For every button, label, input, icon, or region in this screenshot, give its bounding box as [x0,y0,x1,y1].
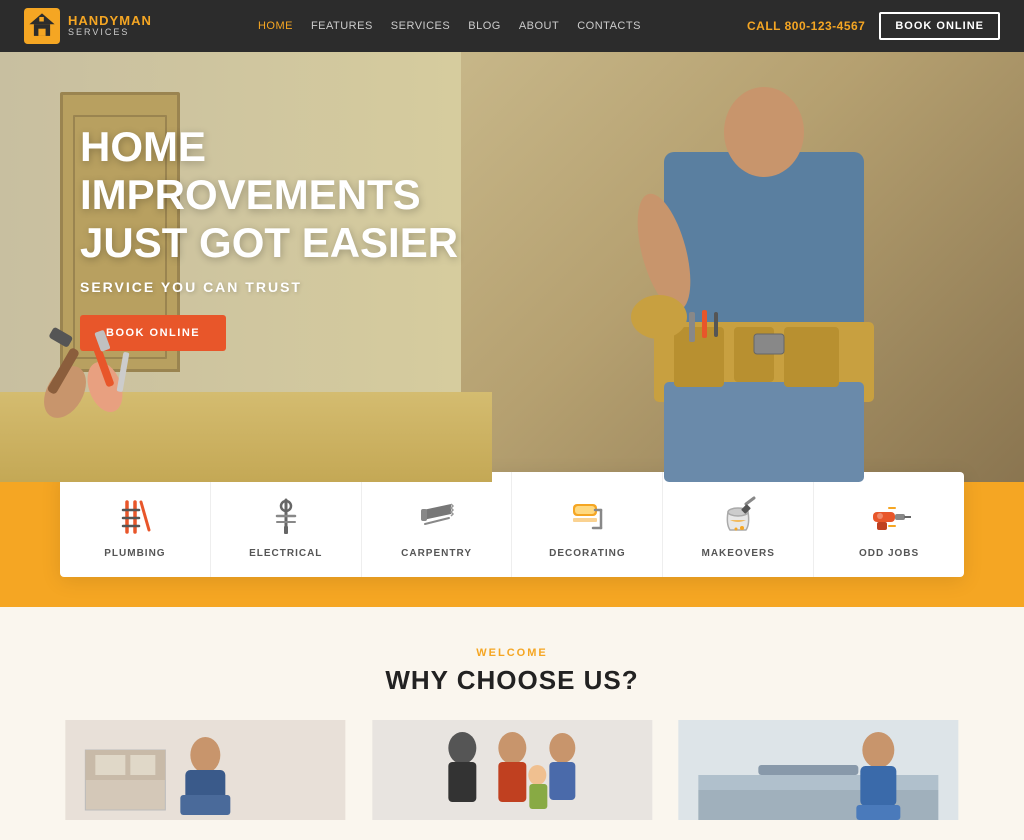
logo[interactable]: HANDYMAN SERVICES [24,8,152,44]
odd-jobs-label: ODD JOBS [859,548,919,559]
hands-illustration [30,292,150,422]
nav-right: CALL 800-123-4567 BOOK ONLINE [747,12,1000,40]
decorating-icon [565,494,609,538]
service-item-odd-jobs[interactable]: ODD JOBS [814,472,964,577]
electrical-icon [264,494,308,538]
why-card-img-2 [367,720,658,820]
services-bar-wrapper: PLUMBING ELECTRICAL [0,482,1024,607]
service-item-carpentry[interactable]: CARPENTRY [362,472,513,577]
carpentry-icon [415,494,459,538]
logo-services: SERVICES [68,28,152,38]
plumbing-icon [113,494,157,538]
why-card-img-1 [60,720,351,820]
nav-home[interactable]: HOME [258,20,293,32]
hero-title: HOME IMPROVEMENTS JUST GOT EASIER [80,123,480,268]
carpentry-label: CARPENTRY [401,548,472,559]
worker-svg [584,52,964,482]
makeovers-icon [716,494,760,538]
why-cards [20,720,1004,820]
nav-about[interactable]: ABOUT [519,20,559,32]
why-section: Welcome WHY CHOOSE US? [0,607,1024,840]
service-item-decorating[interactable]: DECORATING [512,472,663,577]
nav-contacts[interactable]: CONTACTS [577,20,641,32]
why-welcome: Welcome [20,647,1004,659]
navbar: HANDYMAN SERVICES HOME FEATURES SERVICES… [0,0,1024,52]
service-item-electrical[interactable]: ELECTRICAL [211,472,362,577]
why-card-3 [673,720,964,820]
service-item-makeovers[interactable]: MAKEOVERS [663,472,814,577]
services-bar: PLUMBING ELECTRICAL [60,472,964,577]
logo-icon [24,8,60,44]
nav-links: HOME FEATURES SERVICES BLOG ABOUT CONTAC… [258,20,641,32]
electrical-label: ELECTRICAL [249,548,322,559]
call-text: CALL 800-123-4567 [747,19,865,33]
hands-svg [30,292,150,422]
plumbing-label: PLUMBING [104,548,165,559]
hero-section: HOME IMPROVEMENTS JUST GOT EASIER SERVIC… [0,52,1024,482]
decorating-label: DECORATING [549,548,625,559]
why-title: WHY CHOOSE US? [20,665,1004,696]
makeovers-label: MAKEOVERS [702,548,775,559]
nav-blog[interactable]: BLOG [468,20,501,32]
hero-worker [584,52,964,482]
why-card-1 [60,720,351,820]
why-card-img-3 [673,720,964,820]
logo-text: HANDYMAN SERVICES [68,14,152,38]
why-card-2 [367,720,658,820]
book-online-nav-button[interactable]: BOOK ONLINE [879,12,1000,40]
odd-jobs-icon [867,494,911,538]
logo-brand: HANDYMAN [68,14,152,28]
service-item-plumbing[interactable]: PLUMBING [60,472,211,577]
nav-services[interactable]: SERVICES [391,20,450,32]
nav-features[interactable]: FEATURES [311,20,373,32]
